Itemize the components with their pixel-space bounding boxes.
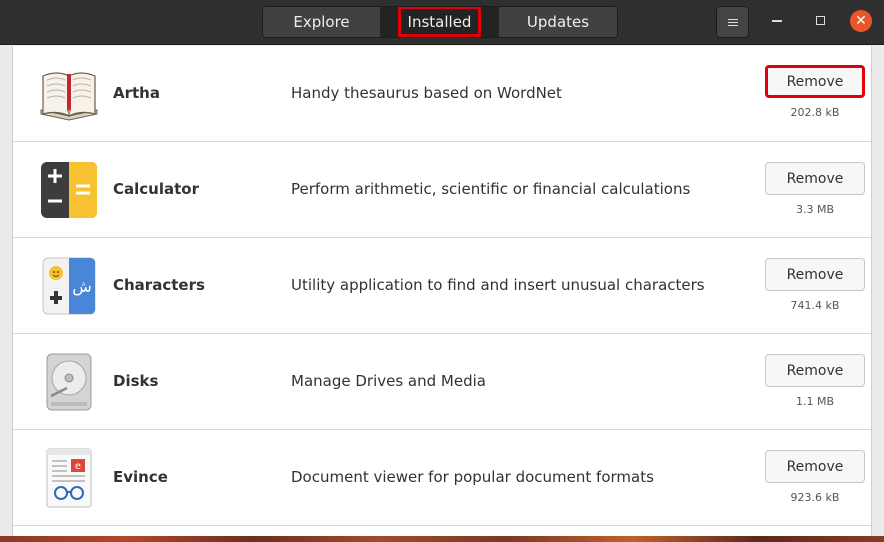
app-description: Document viewer for popular document for… [291, 468, 654, 486]
app-name: Disks [113, 372, 159, 390]
svg-text:ش: ش [72, 277, 92, 296]
tab-updates-label: Updates [526, 13, 590, 31]
remove-button[interactable]: Remove [765, 162, 865, 195]
app-name: Calculator [113, 180, 199, 198]
list-item[interactable]: Disks Manage Drives and Media Remove 1.1… [13, 334, 871, 430]
app-size: 1.1 MB [795, 395, 835, 408]
tab-explore[interactable]: Explore [263, 7, 381, 37]
app-size: 202.8 kB [790, 106, 840, 119]
desktop-background-strip [0, 536, 884, 542]
highlight-box [398, 7, 481, 37]
document-viewer-icon: e [46, 448, 92, 508]
app-description: Utility application to find and insert u… [291, 276, 705, 294]
remove-button[interactable]: Remove [765, 65, 865, 98]
minimize-icon[interactable] [772, 20, 782, 22]
list-item[interactable]: Artha Handy thesaurus based on WordNet R… [13, 46, 871, 142]
menu-button[interactable] [716, 6, 749, 38]
app-description: Manage Drives and Media [291, 372, 486, 390]
app-size: 741.4 kB [790, 299, 840, 312]
remove-button[interactable]: Remove [765, 450, 865, 483]
tab-explore-label: Explore [293, 13, 350, 31]
disk-icon [46, 353, 92, 411]
remove-button[interactable]: Remove [765, 354, 865, 387]
list-item[interactable]: e Evince Document viewer for popular doc… [13, 430, 871, 526]
tab-updates[interactable]: Updates [499, 7, 617, 37]
maximize-icon[interactable] [816, 16, 825, 25]
installed-app-list: Artha Handy thesaurus based on WordNet R… [12, 46, 872, 542]
list-item[interactable]: ش Characters Utility application to find… [13, 238, 871, 334]
calculator-icon [41, 162, 97, 218]
header-bar: Explore Installed Updates ✕ [0, 0, 884, 45]
svg-text:e: e [75, 461, 81, 472]
app-description: Perform arithmetic, scientific or financ… [291, 180, 691, 198]
list-item[interactable]: Calculator Perform arithmetic, scientifi… [13, 142, 871, 238]
close-icon[interactable]: ✕ [850, 10, 872, 32]
app-size: 923.6 kB [790, 491, 840, 504]
hamburger-icon [727, 18, 738, 26]
app-description: Handy thesaurus based on WordNet [291, 84, 562, 102]
book-icon [40, 72, 98, 121]
view-switcher: Explore Installed Updates [262, 6, 618, 38]
characters-icon: ش [42, 257, 96, 315]
app-name: Evince [113, 468, 168, 486]
app-name: Characters [113, 276, 205, 294]
tab-installed[interactable]: Installed [381, 7, 499, 37]
app-size: 3.3 MB [795, 203, 835, 216]
remove-button[interactable]: Remove [765, 258, 865, 291]
app-name: Artha [113, 84, 160, 102]
